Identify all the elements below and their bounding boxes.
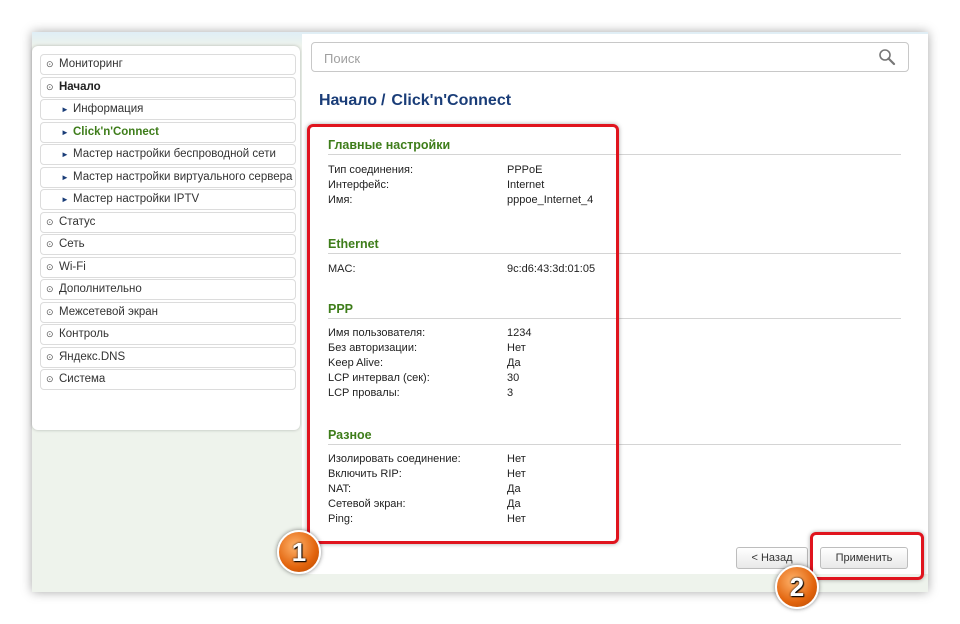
apply-button[interactable]: Применить — [820, 547, 908, 569]
section-title-ppp: PPP — [328, 302, 354, 316]
row-label: Включить RIP: — [328, 468, 402, 480]
sidebar-nav: ⊙ Мониторинг ⊙ Начало ► Информация ► Cli… — [40, 54, 296, 392]
search-input[interactable] — [322, 48, 866, 68]
sidebar-item-label: Начало — [59, 80, 101, 93]
row-label: MAC: — [328, 263, 356, 275]
row-label: NAT: — [328, 483, 352, 495]
row-value: Да — [507, 483, 521, 495]
row-value: Нет — [507, 453, 526, 465]
circle-chevron-right-icon: ⊙ — [46, 284, 54, 294]
sidebar-item-label: Мастер настройки виртуального сервера — [73, 170, 293, 183]
triangle-right-icon: ► — [61, 195, 69, 204]
row-value: Нет — [507, 342, 526, 354]
row-value: 30 — [507, 372, 520, 384]
sidebar-item-label: Мастер настройки беспроводной сети — [73, 148, 276, 160]
sidebar-item-label: Статус — [59, 215, 96, 228]
sidebar-item-system[interactable]: ⊙ Система — [40, 369, 296, 390]
sidebar-item-start[interactable]: ⊙ Начало — [40, 76, 296, 98]
sidebar-item-label: Click'n'Connect — [73, 125, 159, 138]
search-icon[interactable] — [878, 48, 896, 66]
row-label: Сетевой экран: — [328, 498, 406, 510]
sidebar-item-label: Мастер настройки IPTV — [73, 193, 200, 205]
sidebar-item-label: Сеть — [59, 238, 85, 250]
circle-chevron-right-icon: ⊙ — [46, 261, 54, 272]
sidebar-item-wifi[interactable]: ⊙ Wi-Fi — [40, 256, 296, 278]
circle-chevron-right-icon: ⊙ — [46, 239, 54, 249]
sidebar-item-label: Wi-Fi — [59, 260, 86, 273]
router-web-interface: ⊙ Мониторинг ⊙ Начало ► Информация ► Cli… — [32, 32, 928, 592]
row-label: Keep Alive: — [328, 357, 384, 369]
triangle-right-icon: ► — [61, 127, 69, 137]
row-value: Да — [507, 357, 521, 369]
row-label: Имя пользователя: — [328, 327, 426, 339]
row-value: pppoe_Internet_4 — [507, 194, 594, 206]
row-value: 3 — [507, 387, 514, 399]
triangle-right-icon: ► — [61, 150, 69, 159]
triangle-right-icon: ► — [61, 105, 69, 114]
row-value: 1234 — [507, 327, 532, 339]
sidebar-item-monitoring[interactable]: ⊙ Мониторинг — [40, 54, 296, 75]
row-value: Internet — [507, 179, 545, 191]
section-divider — [328, 253, 901, 254]
circle-chevron-right-icon: ⊙ — [46, 374, 54, 384]
circle-chevron-right-icon: ⊙ — [46, 59, 54, 69]
breadcrumb-current: Click'n'Connect — [391, 92, 512, 109]
page-title: Начало / Click'n'Connect — [319, 92, 511, 110]
circle-chevron-down-icon: ⊙ — [46, 81, 54, 92]
sidebar-item-label: Контроль — [59, 328, 109, 340]
circle-chevron-right-icon: ⊙ — [46, 216, 54, 227]
row-value: Нет — [507, 468, 526, 480]
row-label: Интерфейс: — [328, 179, 389, 191]
sidebar-item-network[interactable]: ⊙ Сеть — [40, 234, 296, 255]
section-title-main: Главные настройки — [328, 138, 451, 152]
row-label: Изолировать соединение: — [328, 453, 461, 465]
sidebar-item-clickn-connect[interactable]: ► Click'n'Connect — [40, 121, 296, 143]
main-panel: Начало/ Click'n'Connect Главные настройки… — [302, 34, 928, 574]
row-label: LCP провалы: — [328, 387, 400, 399]
sidebar-item-advanced[interactable]: ⊙ Дополнительно — [40, 279, 296, 300]
section-title-ethernet: Ethernet — [328, 237, 379, 251]
breadcrumb-separator: / — [380, 92, 386, 109]
row-value: 9c:d6:43:3d:01:05 — [507, 263, 596, 275]
sidebar-item-label: Система — [59, 373, 106, 385]
section-title-misc: Разное — [328, 428, 372, 442]
sidebar-item-iptv-wizard[interactable]: ► Мастер настройки IPTV — [40, 189, 296, 210]
annotation-badge-2: 2 — [775, 565, 819, 609]
row-label: Без авторизации: — [328, 342, 418, 354]
sidebar-item-status[interactable]: ⊙ Статус — [40, 211, 296, 233]
circle-chevron-right-icon: ⊙ — [46, 351, 54, 362]
row-label: Имя: — [328, 194, 353, 206]
sidebar-item-label: Дополнительно — [59, 283, 142, 295]
row-label: Ping: — [328, 513, 354, 525]
circle-chevron-right-icon: ⊙ — [46, 329, 54, 339]
sidebar-item-yandex-dns[interactable]: ⊙ Яндекс.DNS — [40, 346, 296, 368]
row-value: Нет — [507, 513, 526, 525]
row-label: Тип соединения: — [328, 164, 413, 176]
sidebar-item-control[interactable]: ⊙ Контроль — [40, 324, 296, 345]
section-divider — [328, 318, 901, 319]
row-value: PPPoE — [507, 164, 543, 176]
search-box — [311, 42, 909, 72]
circle-chevron-right-icon: ⊙ — [46, 306, 54, 317]
sidebar-item-firewall[interactable]: ⊙ Межсетевой экран — [40, 301, 296, 323]
breadcrumb-parent[interactable]: Начало — [319, 92, 377, 109]
section-divider — [328, 154, 901, 155]
annotation-badge-1: 1 — [277, 530, 321, 574]
sidebar-item-wireless-wizard[interactable]: ► Мастер настройки беспроводной сети — [40, 144, 296, 165]
row-value: Да — [507, 498, 521, 510]
sidebar-item-label: Яндекс.DNS — [59, 350, 126, 363]
sidebar-item-label: Мониторинг — [59, 58, 123, 70]
sidebar-item-label: Межсетевой экран — [59, 305, 159, 318]
sidebar-item-virtual-server-wizard[interactable]: ► Мастер настройки виртуального сервера — [40, 166, 296, 188]
sidebar: ⊙ Мониторинг ⊙ Начало ► Информация ► Cli… — [32, 46, 300, 430]
section-divider — [328, 444, 901, 445]
sidebar-item-label: Информация — [73, 103, 144, 115]
triangle-right-icon: ► — [61, 172, 69, 182]
row-label: LCP интервал (сек): — [328, 372, 430, 384]
sidebar-item-information[interactable]: ► Информация — [40, 99, 296, 120]
